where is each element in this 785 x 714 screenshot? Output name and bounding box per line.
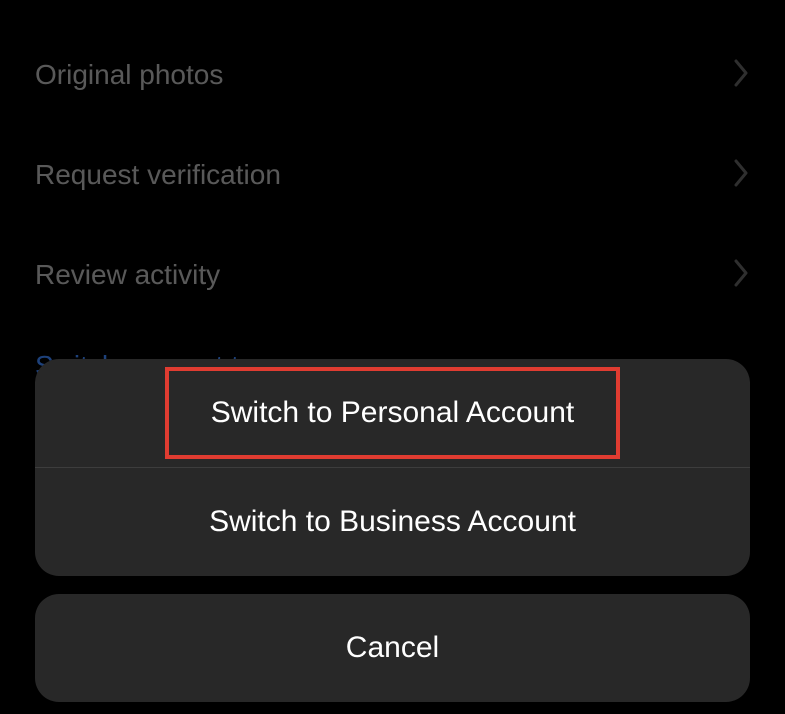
settings-item-original-photos[interactable]: Original photos	[35, 25, 750, 125]
settings-list: Original photos Request verification Rev…	[0, 0, 785, 382]
button-label: Switch to Personal Account	[211, 396, 575, 430]
button-label: Switch to Business Account	[209, 505, 576, 539]
cancel-button[interactable]: Cancel	[35, 594, 750, 702]
chevron-right-icon	[734, 59, 750, 92]
switch-business-button[interactable]: Switch to Business Account	[35, 468, 750, 576]
settings-item-review-activity[interactable]: Review activity	[35, 225, 750, 325]
settings-item-label: Original photos	[35, 59, 223, 91]
settings-item-label: Request verification	[35, 159, 281, 191]
button-label: Cancel	[346, 631, 439, 665]
action-sheet: Switch to Personal Account Switch to Bus…	[35, 359, 750, 702]
action-sheet-options: Switch to Personal Account Switch to Bus…	[35, 359, 750, 576]
settings-item-request-verification[interactable]: Request verification	[35, 125, 750, 225]
chevron-right-icon	[734, 259, 750, 292]
switch-personal-button[interactable]: Switch to Personal Account	[35, 359, 750, 467]
chevron-right-icon	[734, 159, 750, 192]
action-sheet-cancel: Cancel	[35, 594, 750, 702]
settings-item-label: Review activity	[35, 259, 220, 291]
